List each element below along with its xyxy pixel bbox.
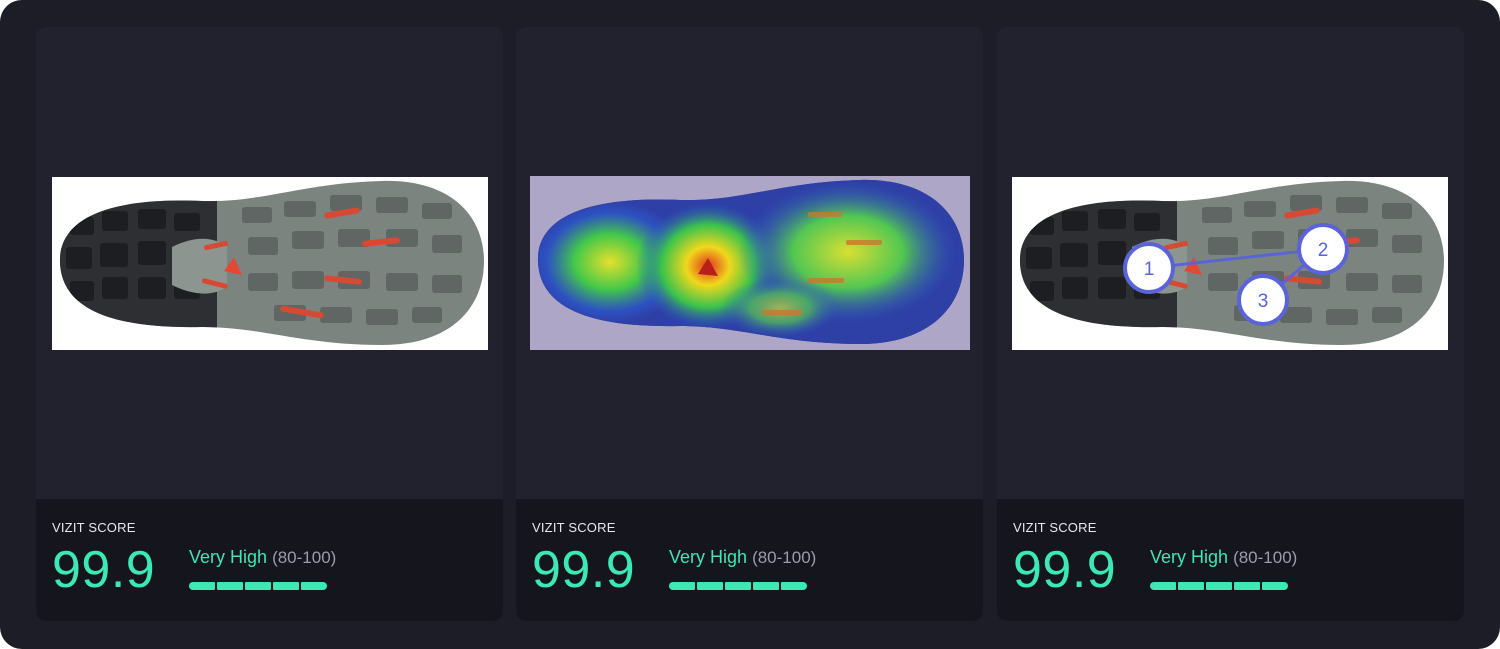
focus-marker-2[interactable]: 2 [1297,223,1349,275]
product-image-original [52,177,488,350]
score-footer: VIZIT SCORE 99.9 Very High (80-100) [36,499,503,621]
score-value: 99.9 [1013,541,1117,599]
score-level: Very High [1150,547,1229,567]
meter-segment [753,582,779,590]
meter-segment [217,582,243,590]
score-level: Very High [669,547,748,567]
score-label: VIZIT SCORE [1013,520,1097,535]
score-value: 99.9 [52,541,156,599]
meter-segment [273,582,299,590]
score-card-focus-points[interactable]: 1 2 3 VIZIT SCORE 99.9 Very High (80-100… [997,27,1464,621]
meter-segment [245,582,271,590]
score-range: (80-100) [1233,548,1298,567]
meter-segment [1206,582,1232,590]
score-meter [669,582,807,590]
score-footer: VIZIT SCORE 99.9 Very High (80-100) [997,499,1464,621]
meter-segment [697,582,723,590]
marker-label: 1 [1144,259,1155,280]
focus-marker-3[interactable]: 3 [1237,274,1289,326]
marker-label: 2 [1318,240,1329,261]
meter-segment [301,582,327,590]
meter-segment [1234,582,1260,590]
product-image-focus: 1 2 3 [1012,177,1448,350]
score-label: VIZIT SCORE [52,520,136,535]
score-range: (80-100) [752,548,817,567]
focus-marker-1[interactable]: 1 [1123,242,1175,294]
meter-segment [725,582,751,590]
score-level: Very High [189,547,268,567]
score-rating: Very High (80-100) [189,547,336,568]
marker-label: 3 [1258,291,1269,312]
meter-segment [1150,582,1176,590]
score-range: (80-100) [272,548,337,567]
meter-segment [189,582,215,590]
score-rating: Very High (80-100) [1150,547,1297,568]
meter-segment [1262,582,1288,590]
score-label: VIZIT SCORE [532,520,616,535]
product-image-heatmap [530,176,970,350]
score-card-original[interactable]: VIZIT SCORE 99.9 Very High (80-100) [36,27,503,621]
meter-segment [669,582,695,590]
meter-segment [1178,582,1204,590]
score-footer: VIZIT SCORE 99.9 Very High (80-100) [516,499,983,621]
score-rating: Very High (80-100) [669,547,816,568]
app-frame: VIZIT SCORE 99.9 Very High (80-100) VIZI… [0,0,1500,649]
score-card-heatmap[interactable]: VIZIT SCORE 99.9 Very High (80-100) [516,27,983,621]
meter-segment [781,582,807,590]
score-value: 99.9 [532,541,636,599]
score-meter [189,582,327,590]
score-meter [1150,582,1288,590]
